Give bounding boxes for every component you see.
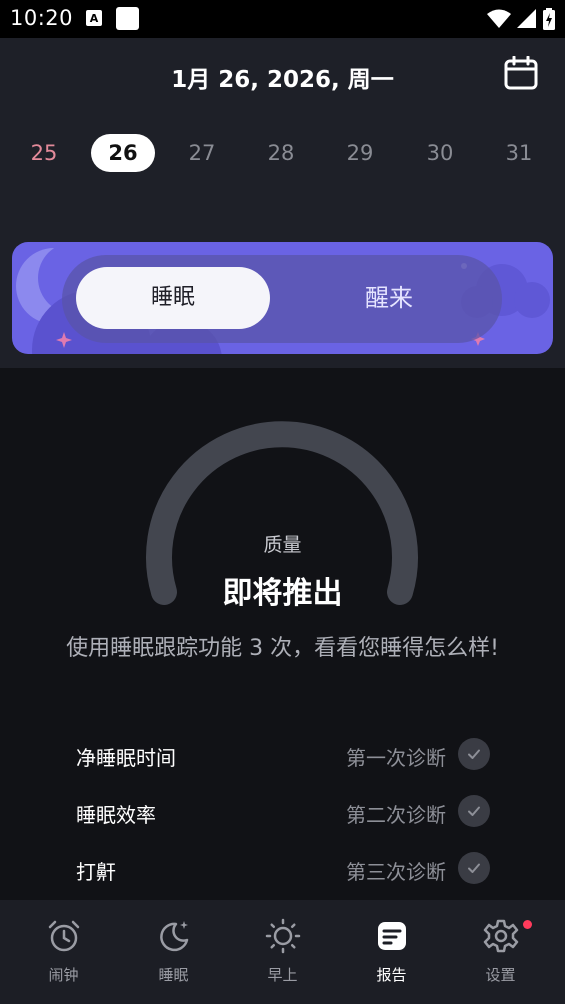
metric-label: 打鼾 — [76, 860, 116, 884]
day-30[interactable]: 30 — [408, 134, 472, 172]
nav-label: 早上 — [267, 966, 298, 984]
calendar-button[interactable] — [504, 55, 538, 90]
quality-value: 即将推出 — [222, 576, 343, 611]
status-time: 10:20 — [10, 6, 74, 30]
nav-label: 设置 — [485, 966, 516, 984]
accessibility-notification-icon: A — [86, 10, 102, 26]
quality-label: 质量 — [263, 534, 302, 556]
metric-label: 净睡眠时间 — [76, 746, 176, 770]
report-icon — [377, 922, 406, 950]
check-icon — [458, 852, 490, 884]
alarm-clock-icon — [48, 920, 79, 952]
sun-icon — [265, 918, 300, 954]
day-26-selected[interactable]: 26 — [91, 134, 155, 172]
metric-row-net-sleep: 净睡眠时间 第一次诊断 — [76, 738, 490, 772]
check-icon — [458, 795, 490, 827]
metric-row-snoring: 打鼾 第三次诊断 — [76, 852, 490, 886]
gear-icon — [483, 919, 518, 953]
calendar-icon — [504, 55, 538, 90]
status-bar: 10:20 A — [0, 0, 565, 38]
page-title: 1月 26, 2026, 周一 — [171, 67, 394, 93]
day-28[interactable]: 28 — [249, 134, 313, 172]
mode-card: 睡眠 醒来 — [12, 242, 553, 354]
tracking-description: 使用睡眠跟踪功能 3 次，看看您睡得怎么样! — [66, 636, 499, 661]
day-27[interactable]: 27 — [170, 134, 234, 172]
nav-label: 报告 — [376, 966, 407, 984]
notification-square-icon — [116, 7, 139, 30]
metric-row-sleep-efficiency: 睡眠效率 第二次诊断 — [76, 795, 490, 829]
metric-label: 睡眠效率 — [76, 803, 156, 827]
nav-morning[interactable]: 早上 — [226, 918, 339, 998]
day-29[interactable]: 29 — [328, 134, 392, 172]
sleep-wake-toggle: 睡眠 醒来 — [62, 255, 502, 343]
day-31[interactable]: 31 — [487, 134, 551, 172]
wake-mode-button[interactable]: 醒来 — [292, 267, 486, 329]
signal-icon — [517, 9, 536, 28]
report-content: 质量 即将推出 使用睡眠跟踪功能 3 次，看看您睡得怎么样! 净睡眠时间 第一次… — [0, 368, 565, 900]
metric-status: 第三次诊断 — [346, 860, 446, 884]
date-header: 1月 26, 2026, 周一 25 26 27 28 29 30 31 睡眠 … — [0, 38, 565, 368]
settings-notification-badge — [523, 920, 532, 929]
check-icon — [458, 738, 490, 770]
battery-icon — [543, 8, 555, 30]
nav-label: 闹钟 — [48, 966, 79, 984]
week-selector: 25 26 27 28 29 30 31 — [0, 134, 565, 174]
bottom-nav: 闹钟 睡眠 早上 报告 设置 — [0, 900, 565, 1004]
metric-status: 第一次诊断 — [346, 746, 446, 770]
metric-status: 第二次诊断 — [346, 803, 446, 827]
nav-sleep[interactable]: 睡眠 — [117, 918, 230, 998]
nav-report[interactable]: 报告 — [335, 918, 448, 998]
day-25[interactable]: 25 — [12, 134, 76, 172]
status-indicators — [487, 8, 555, 30]
nav-alarm[interactable]: 闹钟 — [7, 918, 120, 998]
nav-settings[interactable]: 设置 — [444, 918, 557, 998]
wifi-icon — [487, 9, 511, 28]
moon-icon — [159, 921, 188, 952]
sleep-mode-button[interactable]: 睡眠 — [76, 267, 270, 329]
nav-label: 睡眠 — [158, 966, 189, 984]
